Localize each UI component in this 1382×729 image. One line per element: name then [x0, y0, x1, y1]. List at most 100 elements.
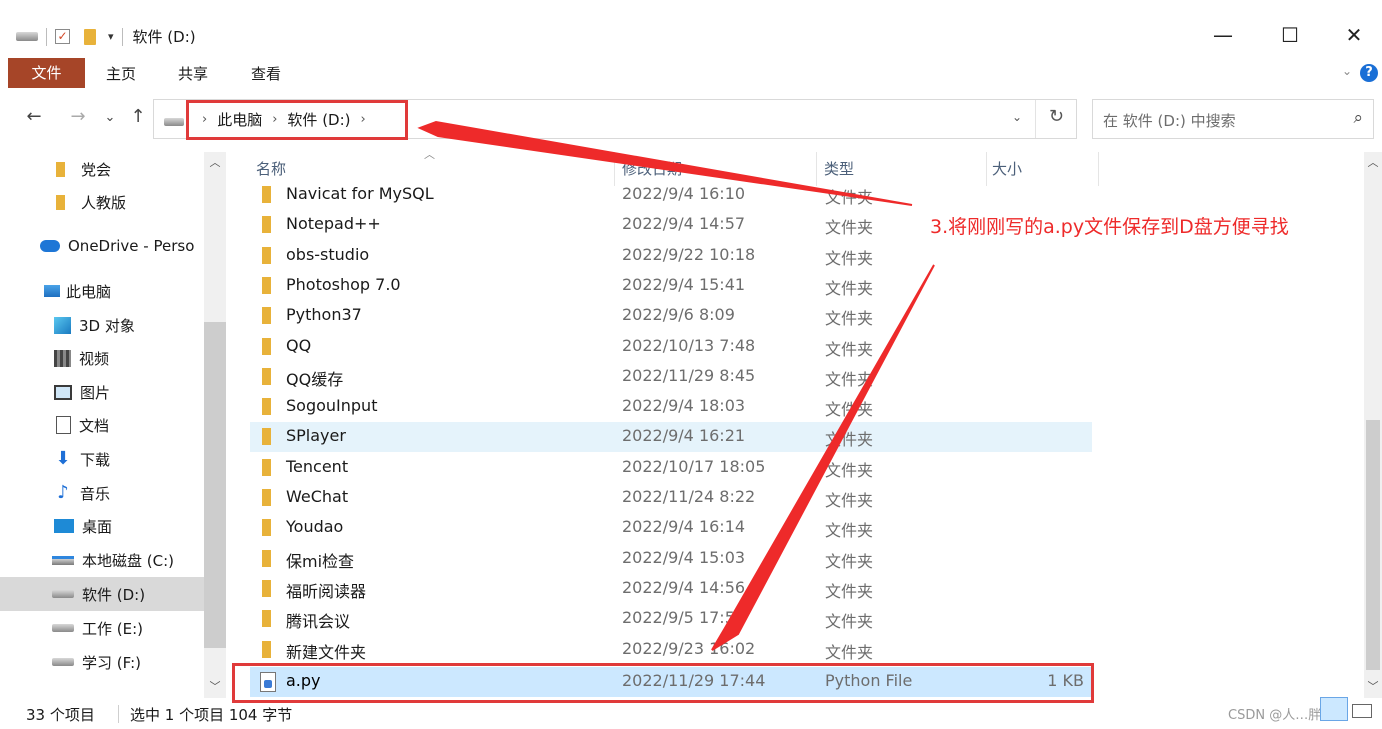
folder-icon [262, 640, 271, 658]
file-row[interactable]: SPlayer 2022/9/4 16:21 文件夹 [250, 422, 1092, 453]
file-name: Python37 [286, 305, 362, 325]
large-icons-view-icon[interactable] [1352, 704, 1372, 718]
file-row[interactable]: Photoshop 7.0 2022/9/4 15:41 文件夹 [250, 271, 1092, 301]
file-row[interactable]: 腾讯会议 2022/9/5 17:55 文件夹 [250, 604, 1092, 634]
file-date: 2022/10/17 18:05 [622, 456, 766, 476]
file-date: 2022/11/24 8:22 [622, 487, 756, 506]
file-row[interactable]: WeChat 2022/11/24 8:22 文件夹 [250, 483, 1092, 513]
folder-icon [262, 398, 271, 416]
sidebar-item-software-d[interactable]: 软件 (D:) [0, 577, 204, 611]
sidebar-item-pictures[interactable]: 图片 [0, 375, 204, 409]
forward-button[interactable]: → [66, 106, 90, 127]
navigation-pane: 党会 人教版 OneDrive - Perso 此电脑 3D 对象 视频 图片 … [0, 152, 228, 698]
file-type: 文件夹 [825, 248, 874, 268]
scroll-down-icon[interactable]: ﹀ [204, 678, 226, 694]
file-date: 2022/11/29 8:45 [622, 365, 756, 385]
folder-icon [262, 216, 271, 234]
file-date: 2022/9/4 15:41 [622, 274, 746, 294]
downloads-icon: ⬇ [55, 448, 71, 469]
file-row[interactable]: QQ缓存 2022/11/29 8:45 文件夹 [250, 362, 1092, 392]
file-list-scrollbar[interactable]: ︿ ﹀ [1364, 152, 1382, 698]
search-icon[interactable]: ⌕ [1353, 108, 1363, 128]
sidebar-item-work-e[interactable]: 工作 (E:) [0, 611, 204, 645]
refresh-icon[interactable]: ↻ [1049, 106, 1064, 127]
close-button[interactable]: ✕ [1334, 20, 1374, 50]
minimize-button[interactable]: — [1203, 20, 1243, 50]
address-dropdown-icon[interactable]: ⌄ [1012, 110, 1022, 124]
scrollbar-thumb[interactable] [204, 322, 226, 648]
videos-icon [54, 349, 71, 367]
file-row[interactable]: 福昕阅读器 2022/9/4 14:56 文件夹 [250, 574, 1092, 604]
search-placeholder[interactable]: 在 软件 (D:) 中搜索 [1103, 110, 1236, 131]
search-box[interactable]: 在 软件 (D:) 中搜索 ⌕ [1092, 99, 1374, 139]
sidebar-item-label: 本地磁盘 (C:) [82, 551, 174, 570]
file-name: QQ缓存 [286, 369, 344, 389]
sidebar-item-dang-hui[interactable]: 党会 [0, 152, 204, 186]
file-date: 2022/9/4 16:14 [622, 517, 746, 537]
file-row[interactable]: 保mi检查 2022/9/4 15:03 文件夹 [250, 544, 1092, 574]
file-row[interactable]: 新建文件夹 2022/9/23 16:02 文件夹 [250, 635, 1092, 665]
sidebar-item-ren-jiao-ban[interactable]: 人教版 [0, 185, 204, 219]
sidebar-item-study-f[interactable]: 学习 (F:) [0, 645, 204, 679]
sidebar-item-documents[interactable]: 文档 [0, 408, 204, 442]
annotation-text: 3.将刚刚写的a.py文件保存到D盘方便寻找 [930, 216, 1289, 238]
tab-view[interactable]: 查看 [239, 58, 293, 90]
customize-toolbar-dropdown[interactable]: ▾ [108, 30, 114, 43]
drive-icon [52, 590, 74, 598]
folder-icon [262, 246, 271, 264]
tab-share[interactable]: 共享 [166, 58, 220, 90]
file-date: 2022/9/4 16:10 [622, 184, 746, 203]
scrollbar-thumb[interactable] [1366, 420, 1380, 670]
maximize-button[interactable]: ☐ [1270, 20, 1310, 50]
properties-icon[interactable]: ✓ [55, 29, 70, 44]
file-type: 文件夹 [825, 309, 874, 329]
quick-access-toolbar: ✓ ▾ 软件 (D:) [0, 26, 196, 47]
file-type: 文件夹 [825, 642, 874, 662]
file-type: 文件夹 [825, 218, 874, 238]
scroll-down-icon[interactable]: ﹀ [1364, 678, 1382, 694]
sidebar-item-music[interactable]: ♪ 音乐 [0, 476, 204, 510]
file-type: 文件夹 [825, 581, 874, 601]
folder-icon [262, 276, 271, 294]
tab-file[interactable]: 文件 [8, 58, 85, 88]
recent-locations-dropdown[interactable]: ⌄ [98, 110, 122, 125]
ribbon-collapse-chevron-icon[interactable]: ⌄ [1342, 64, 1352, 78]
column-separator[interactable] [1098, 152, 1099, 186]
folder-icon [262, 458, 271, 476]
sidebar-item-local-disk-c[interactable]: 本地磁盘 (C:) [0, 543, 204, 577]
file-date: 2022/10/13 7:48 [622, 335, 756, 355]
up-button[interactable]: ↑ [126, 106, 150, 127]
new-folder-icon[interactable] [84, 28, 96, 45]
sidebar-item-onedrive[interactable]: OneDrive - Perso [0, 229, 204, 263]
sidebar-item-downloads[interactable]: ⬇ 下载 [0, 442, 204, 476]
sidebar-item-desktop[interactable]: 桌面 [0, 509, 204, 543]
file-row[interactable]: QQ 2022/10/13 7:48 文件夹 [250, 332, 1092, 362]
file-row[interactable]: Tencent 2022/10/17 18:05 文件夹 [250, 453, 1092, 483]
sidebar-item-this-pc[interactable]: 此电脑 [0, 274, 204, 308]
back-button[interactable]: ← [22, 106, 46, 127]
file-name: WeChat [286, 487, 349, 506]
navigation-scrollbar[interactable]: ︿ ﹀ [204, 152, 226, 698]
pictures-icon [54, 384, 72, 400]
file-row[interactable]: Youdao 2022/9/4 16:14 文件夹 [250, 513, 1092, 543]
folder-icon [56, 194, 65, 210]
details-view-icon[interactable] [1320, 697, 1348, 721]
toolbar-separator [121, 27, 123, 46]
help-icon[interactable]: ? [1360, 64, 1378, 82]
file-type: 文件夹 [825, 551, 874, 571]
file-row[interactable]: Navicat for MySQL 2022/9/4 16:10 文件夹 [250, 180, 1092, 210]
drive-icon [52, 624, 74, 632]
onedrive-icon [40, 240, 60, 252]
scroll-up-icon[interactable]: ︿ [1364, 154, 1382, 170]
file-row[interactable]: SogouInput 2022/9/4 18:03 文件夹 [250, 392, 1092, 422]
file-type: 文件夹 [825, 460, 874, 480]
scroll-up-icon[interactable]: ︿ [204, 154, 226, 170]
sidebar-item-videos[interactable]: 视频 [0, 341, 204, 375]
sidebar-item-label: 党会 [81, 160, 112, 179]
file-row[interactable]: Python37 2022/9/6 8:09 文件夹 [250, 301, 1092, 331]
folder-icon [262, 610, 271, 628]
file-row[interactable]: obs-studio 2022/9/22 10:18 文件夹 [250, 241, 1092, 271]
3d-objects-icon [54, 316, 71, 334]
tab-home[interactable]: 主页 [94, 58, 148, 90]
sidebar-item-3d-objects[interactable]: 3D 对象 [0, 308, 204, 342]
